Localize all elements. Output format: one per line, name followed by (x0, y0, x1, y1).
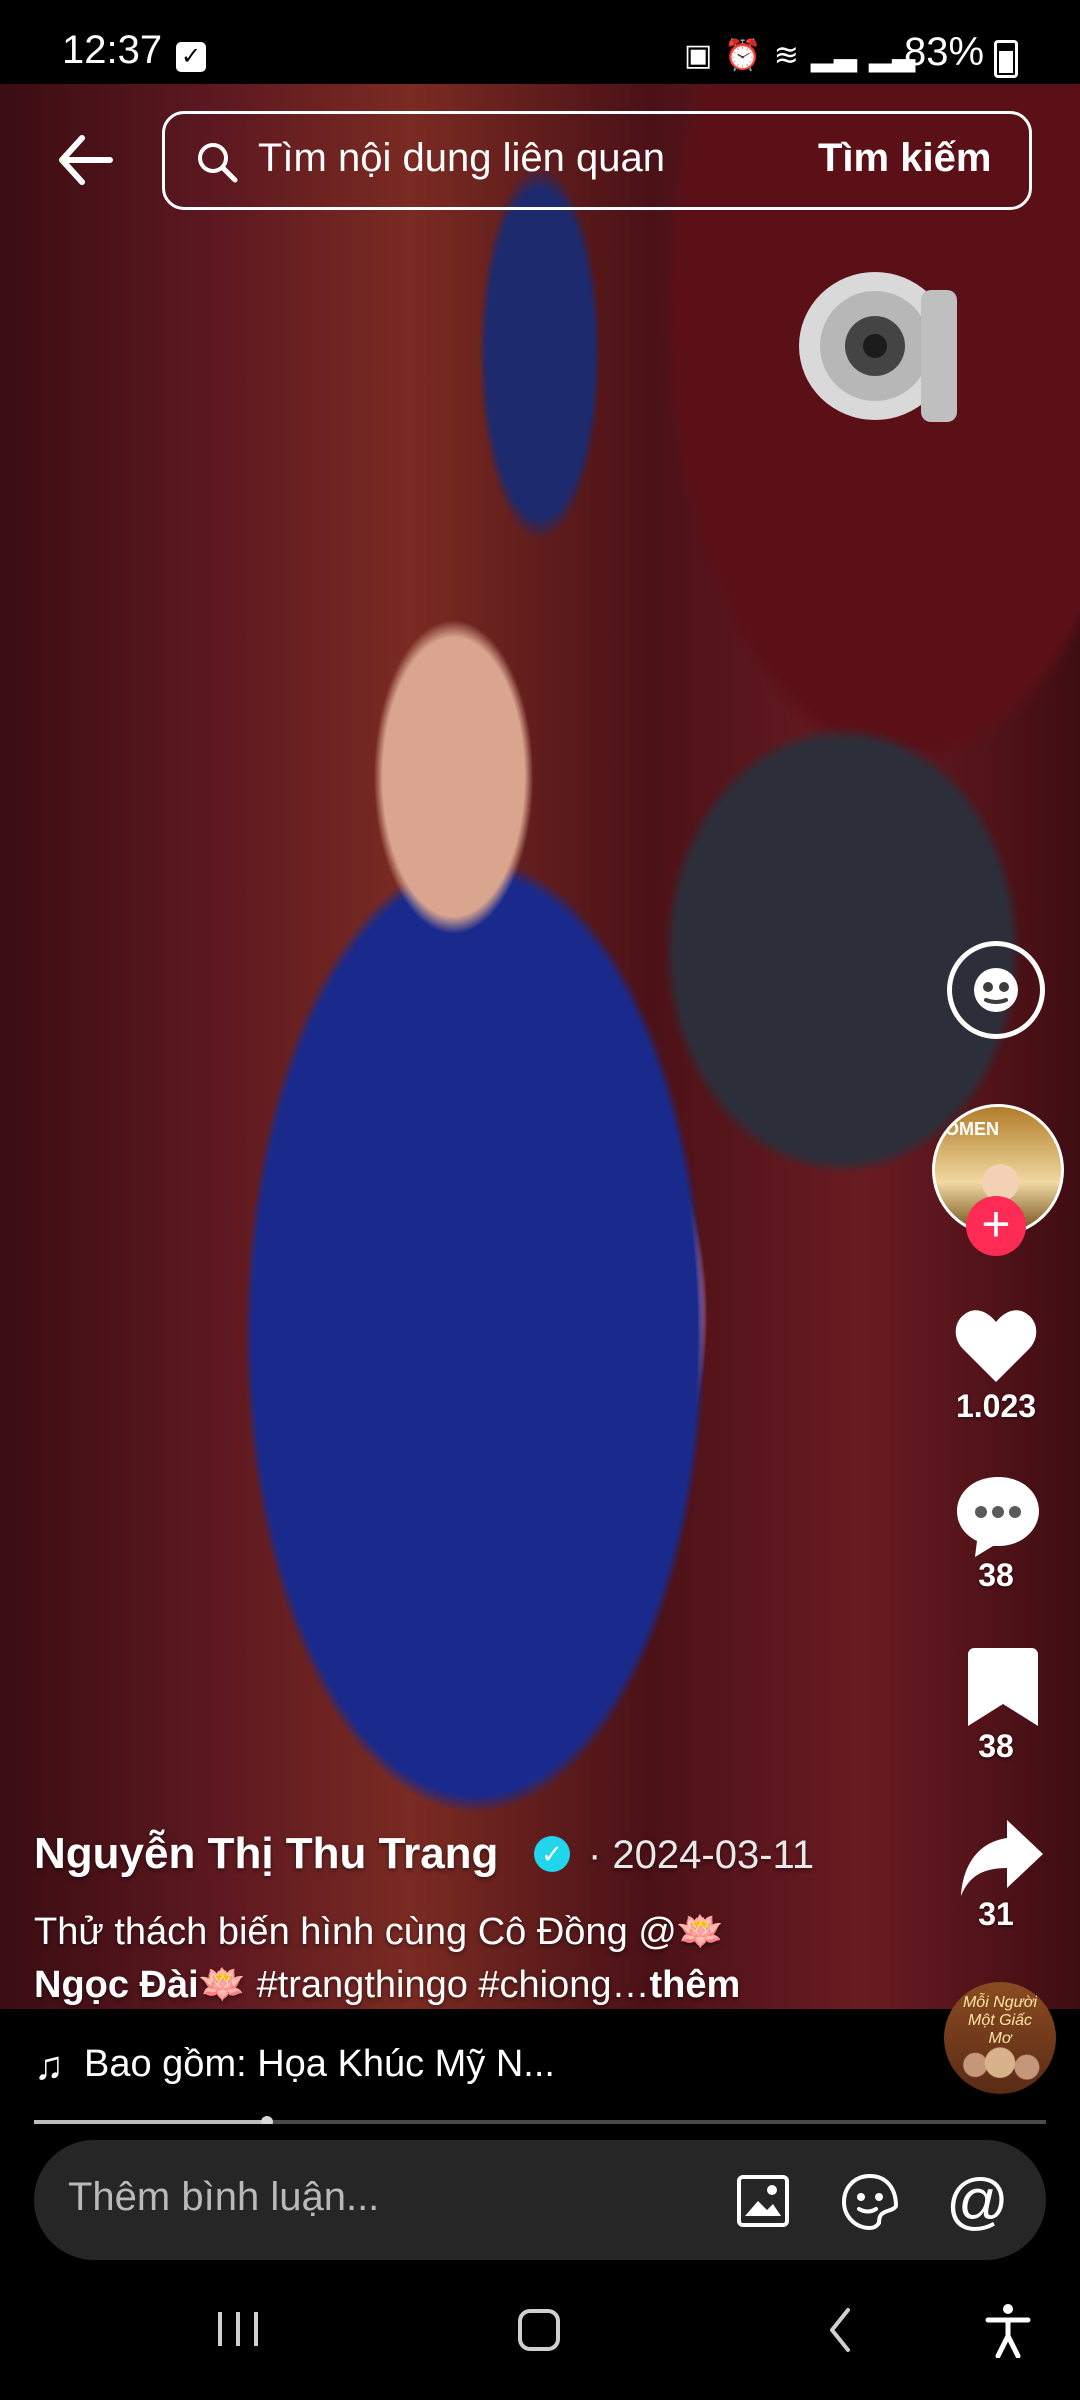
emoji-button[interactable] (947, 941, 1045, 1039)
search-placeholder[interactable]: Tìm nội dung liên quan (258, 136, 665, 181)
bookmark-icon[interactable] (958, 1642, 1048, 1732)
home-icon[interactable] (518, 2309, 560, 2351)
verified-badge-icon: ✓ (534, 1836, 570, 1872)
image-upload-icon[interactable] (734, 2172, 792, 2230)
see-more-link[interactable]: thêm (650, 1964, 741, 2006)
sticker-icon[interactable] (838, 2170, 902, 2234)
comment-icon[interactable] (953, 1471, 1043, 1561)
notification-check-icon: ✓ (176, 42, 206, 72)
author-name[interactable]: Nguyễn Thị Thu Trang (34, 1829, 498, 1879)
saves-count: 38 (978, 1728, 1014, 1764)
mention-icon[interactable]: @ (946, 2166, 1009, 2237)
caption-line-2: Ngọc Đài🪷 #trangthingo #chiong…thêm (34, 1963, 740, 2007)
search-button[interactable]: Tìm kiếm (818, 136, 991, 181)
heart-icon[interactable] (951, 1302, 1041, 1392)
smiley-icon (974, 968, 1018, 1012)
music-note-icon: ♫ (34, 2044, 64, 2088)
battery-icon (994, 40, 1018, 78)
music-disc-text: Mỗi Người Một Giấc Mơ (962, 1994, 1038, 2047)
music-title[interactable]: Bao gồm: Họa Khúc Mỹ N... (84, 2043, 555, 2086)
avatar-text: OMEN (945, 1119, 999, 1139)
back-arrow-icon[interactable] (54, 130, 114, 190)
caption-line-1: Thử thách biến hình cùng Cô Đồng @🪷 (34, 1911, 725, 1953)
alarm-icon: ⏰ (724, 39, 762, 72)
music-disc-icon[interactable]: Mỗi Người Một Giấc Mơ (944, 1982, 1056, 2094)
comment-placeholder[interactable]: Thêm bình luận... (68, 2175, 379, 2220)
caption-tags[interactable]: #trangthingo #chiong… (246, 1964, 650, 2006)
status-time: 12:37 (62, 28, 163, 72)
wall-fan (799, 272, 957, 422)
follow-button[interactable]: + (966, 1196, 1026, 1256)
likes-count: 1.023 (955, 1388, 1037, 1424)
share-icon[interactable] (957, 1812, 1047, 1902)
status-bar: 12:37 ✓ ▣ ⏰ ≋ ▂▃ ▂▃ 83% (0, 0, 1080, 84)
caption-mention[interactable]: Ngọc Đài🪷 (34, 1964, 246, 2006)
battery-saver-icon: ▣ (684, 39, 713, 72)
signal-icon: ▂▃ (810, 39, 858, 72)
post-date: · 2024-03-11 (588, 1833, 815, 1877)
accessibility-icon[interactable] (984, 2302, 1032, 2358)
comments-count: 38 (978, 1557, 1014, 1593)
battery-percent: 83% (904, 30, 985, 74)
recents-icon[interactable] (216, 2310, 260, 2348)
shares-count: 31 (978, 1896, 1014, 1932)
wifi-icon: ≋ (773, 39, 799, 72)
status-icons: ▣ ⏰ ≋ ▂▃ ▂▃ (684, 38, 915, 73)
back-icon[interactable] (828, 2306, 852, 2354)
search-icon (198, 143, 238, 183)
